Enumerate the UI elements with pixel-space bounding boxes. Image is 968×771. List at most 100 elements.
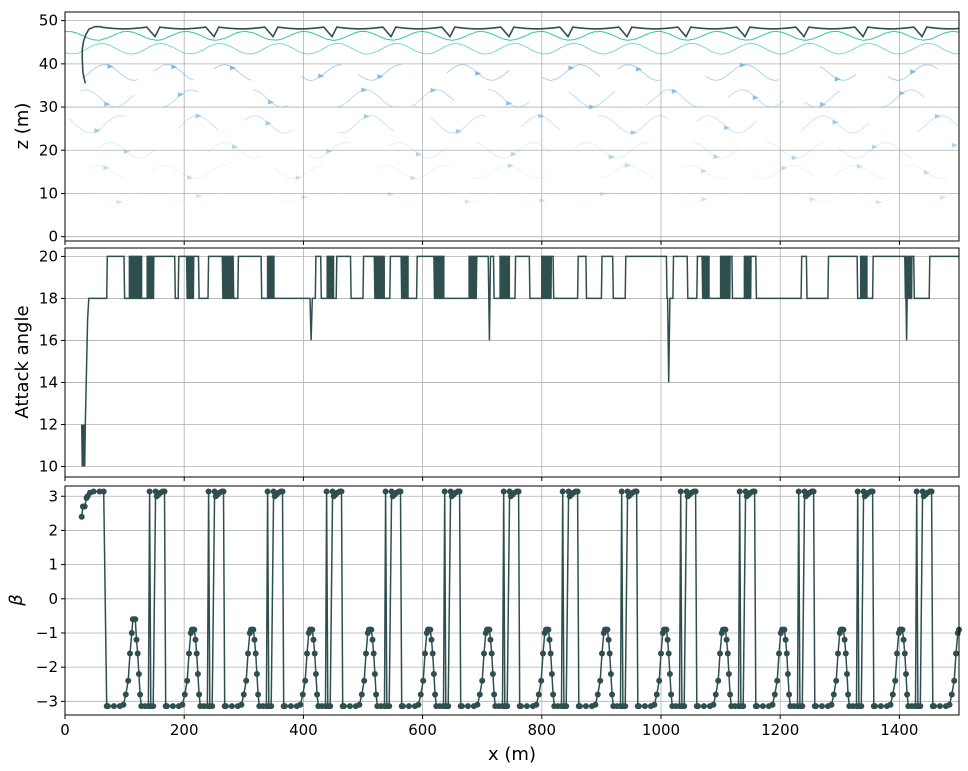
- beta-point: [346, 703, 353, 710]
- beta-point: [209, 703, 216, 710]
- beta-point: [252, 650, 259, 657]
- beta-point: [901, 650, 908, 657]
- beta-point: [186, 650, 192, 657]
- beta-point: [795, 488, 802, 495]
- beta-point: [722, 626, 729, 633]
- beta-point: [540, 650, 546, 657]
- beta-point: [951, 677, 958, 684]
- beta-point: [245, 650, 251, 657]
- beta-point: [712, 691, 719, 698]
- beta-point: [127, 650, 133, 657]
- beta-point: [132, 616, 139, 623]
- beta-point: [931, 703, 937, 710]
- beta-point: [903, 671, 909, 677]
- beta-point: [311, 650, 318, 657]
- beta-point: [618, 488, 625, 495]
- beta-point: [309, 626, 316, 633]
- beta-point: [133, 636, 140, 643]
- x-tick-label: 200: [170, 721, 199, 739]
- beta-point: [279, 488, 286, 495]
- beta-point: [314, 691, 321, 698]
- beta-point: [304, 650, 310, 657]
- beta-point: [363, 650, 369, 657]
- x-tick-label: 1000: [642, 721, 680, 739]
- beta-point: [810, 488, 817, 495]
- beta-point: [104, 703, 111, 710]
- y-tick-label: 20: [39, 247, 58, 265]
- beta-point: [633, 488, 640, 495]
- beta-point: [370, 650, 377, 657]
- beta-point: [781, 626, 788, 633]
- beta-point: [784, 671, 791, 677]
- beta-point: [287, 703, 294, 710]
- beta-point: [338, 488, 345, 495]
- beta-point: [515, 488, 522, 495]
- beta-point: [548, 671, 555, 677]
- beta-point: [759, 703, 766, 710]
- beta-point: [358, 691, 365, 698]
- beta-point: [268, 703, 275, 710]
- y-tick-label: 3: [48, 487, 58, 505]
- beta-point: [382, 488, 389, 495]
- beta-point: [844, 671, 850, 677]
- beta-point: [386, 703, 393, 710]
- x-tick-label: 1400: [880, 721, 918, 739]
- beta-point: [488, 650, 495, 657]
- beta-point: [740, 703, 747, 710]
- beta-point: [723, 636, 730, 643]
- beta-point: [606, 650, 613, 657]
- beta-point: [432, 691, 439, 698]
- beta-point: [666, 671, 673, 677]
- beta-point: [445, 703, 452, 710]
- beta-point: [310, 636, 317, 643]
- beta-point: [135, 671, 142, 677]
- beta-point: [776, 650, 782, 657]
- beta-point: [894, 650, 900, 657]
- beta-point: [194, 671, 201, 677]
- beta-point: [840, 626, 847, 633]
- x-tick-label: 400: [289, 721, 318, 739]
- beta-point: [456, 488, 463, 495]
- beta-point: [858, 703, 865, 710]
- beta-point: [677, 488, 684, 495]
- beta-point: [253, 671, 260, 677]
- x-tick-label: 0: [60, 721, 70, 739]
- beta-point: [774, 677, 781, 684]
- beta-point: [281, 703, 288, 710]
- beta-point: [928, 488, 935, 495]
- p1-ylabel: z (m): [12, 103, 33, 150]
- beta-point: [835, 650, 841, 657]
- beta-point: [724, 650, 731, 657]
- beta-point: [597, 677, 604, 684]
- beta-point: [489, 671, 496, 677]
- beta-point: [563, 703, 570, 710]
- beta-point: [181, 691, 188, 698]
- beta-point: [78, 513, 85, 520]
- y-tick-label: 20: [39, 141, 58, 159]
- beta-point: [420, 677, 427, 684]
- beta-point: [889, 691, 896, 698]
- y-tick-label: −1: [36, 624, 58, 642]
- beta-point: [228, 703, 235, 710]
- beta-point: [841, 636, 848, 643]
- beta-point: [904, 691, 911, 698]
- beta-point: [240, 691, 247, 698]
- beta-point: [422, 650, 428, 657]
- beta-point: [312, 671, 319, 677]
- beta-point: [243, 677, 250, 684]
- y-tick-label: 14: [39, 373, 58, 391]
- beta-point: [397, 488, 404, 495]
- beta-point: [681, 703, 688, 710]
- beta-point: [517, 703, 524, 710]
- beta-point: [828, 701, 835, 708]
- beta-point: [161, 488, 168, 495]
- beta-point: [953, 650, 959, 657]
- beta-point: [476, 691, 483, 698]
- beta-point: [592, 701, 599, 708]
- y-tick-label: −2: [36, 658, 58, 676]
- beta-point: [872, 703, 878, 710]
- beta-point: [599, 650, 605, 657]
- beta-point: [533, 701, 540, 708]
- beta-point: [715, 677, 722, 684]
- beta-point: [356, 701, 363, 708]
